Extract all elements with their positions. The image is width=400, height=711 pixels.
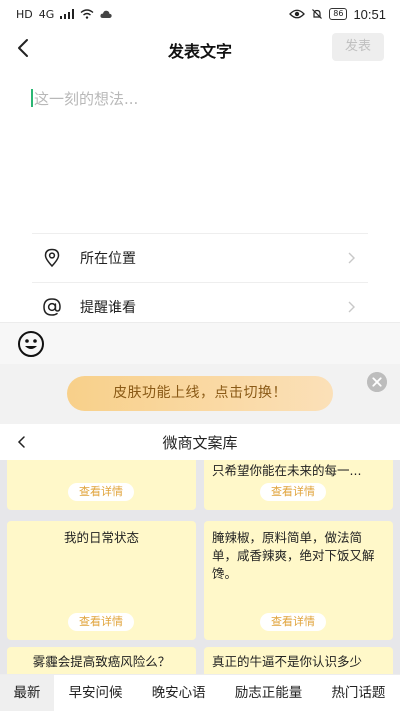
copy-card[interactable]: 只希望你能在未来的每一... 查看详情 [204, 460, 393, 510]
library-header: 微商文案库 [0, 424, 400, 460]
card-text: 腌辣椒，原料简单，做法简单，咸香辣爽，绝对下饭又解馋。 [212, 530, 375, 581]
card-text: 只希望你能在未来的每一... [212, 463, 362, 478]
view-detail-button[interactable]: 查看详情 [260, 613, 326, 631]
skin-switch-banner[interactable]: 皮肤功能上线，点击切换！ [67, 376, 333, 411]
top-nav: 发表文字 发表 [0, 28, 400, 68]
smiley-face-icon[interactable] [17, 330, 45, 358]
tab-goodnight[interactable]: 晚安心语 [137, 675, 220, 711]
tab-latest[interactable]: 最新 [0, 675, 54, 711]
card-text: 我的日常状态 [63, 530, 139, 545]
copy-card[interactable]: 雾霾会提高致癌风险么？ [7, 647, 196, 674]
eye-icon [289, 9, 306, 19]
mention-option-label: 提醒谁看 [80, 300, 136, 316]
status-bar: HD 4G 86 10:51 [0, 0, 400, 28]
publish-button[interactable]: 发表 [332, 33, 384, 61]
card-grid: 查看详情 只希望你能在未来的每一... 查看详情 我的日常状态 查看详情 腌辣椒… [0, 460, 400, 674]
status-left: HD 4G [16, 9, 112, 20]
library-title: 微商文案库 [162, 434, 238, 452]
view-detail-button[interactable]: 查看详情 [68, 613, 134, 631]
tab-morning[interactable]: 早安问候 [54, 675, 137, 711]
copy-card[interactable]: 腌辣椒，原料简单，做法简单，咸香辣爽，绝对下饭又解馋。 查看详情 [204, 521, 393, 640]
card-text: 雾霾会提高致癌风险么？ [32, 654, 171, 669]
skin-banner-area: 皮肤功能上线，点击切换！ [0, 364, 400, 424]
view-detail-button[interactable]: 查看详情 [68, 483, 134, 501]
close-circle-icon[interactable] [367, 372, 387, 392]
status-right: 86 10:51 [289, 7, 386, 22]
network-indicator: 4G [38, 7, 55, 21]
status-time: 10:51 [353, 6, 386, 22]
location-option[interactable]: 所在位置 [32, 234, 368, 282]
signal-icon [60, 9, 75, 19]
location-option-label: 所在位置 [80, 251, 136, 267]
hd-indicator: HD [16, 7, 33, 21]
copy-card[interactable]: 我的日常状态 查看详情 [7, 521, 196, 640]
emoji-toolbar [0, 322, 400, 364]
tab-hot-topics[interactable]: 热门话题 [317, 675, 400, 711]
view-detail-button[interactable]: 查看详情 [260, 483, 326, 501]
compose-textarea[interactable]: 这一刻的想法... [30, 86, 370, 226]
mute-bell-icon [312, 9, 323, 19]
wifi-icon [80, 9, 94, 19]
tab-inspiration[interactable]: 励志正能量 [220, 675, 317, 711]
text-caret [31, 89, 33, 107]
compose-placeholder: 这一刻的想法... [34, 90, 139, 108]
copy-card[interactable]: 查看详情 [7, 460, 196, 510]
at-sign-icon [40, 295, 64, 319]
card-text: 真正的牛逼不是你认识多少 [212, 654, 363, 669]
category-tab-bar: 最新 早安问候 晚安心语 励志正能量 热门话题 [0, 674, 400, 711]
battery-indicator: 86 [329, 8, 348, 20]
chevron-right-icon [348, 252, 355, 264]
location-pin-icon [40, 246, 64, 270]
chevron-right-icon [348, 301, 355, 313]
cloud-icon [100, 10, 112, 18]
copy-card[interactable]: 真正的牛逼不是你认识多少 [204, 647, 393, 674]
